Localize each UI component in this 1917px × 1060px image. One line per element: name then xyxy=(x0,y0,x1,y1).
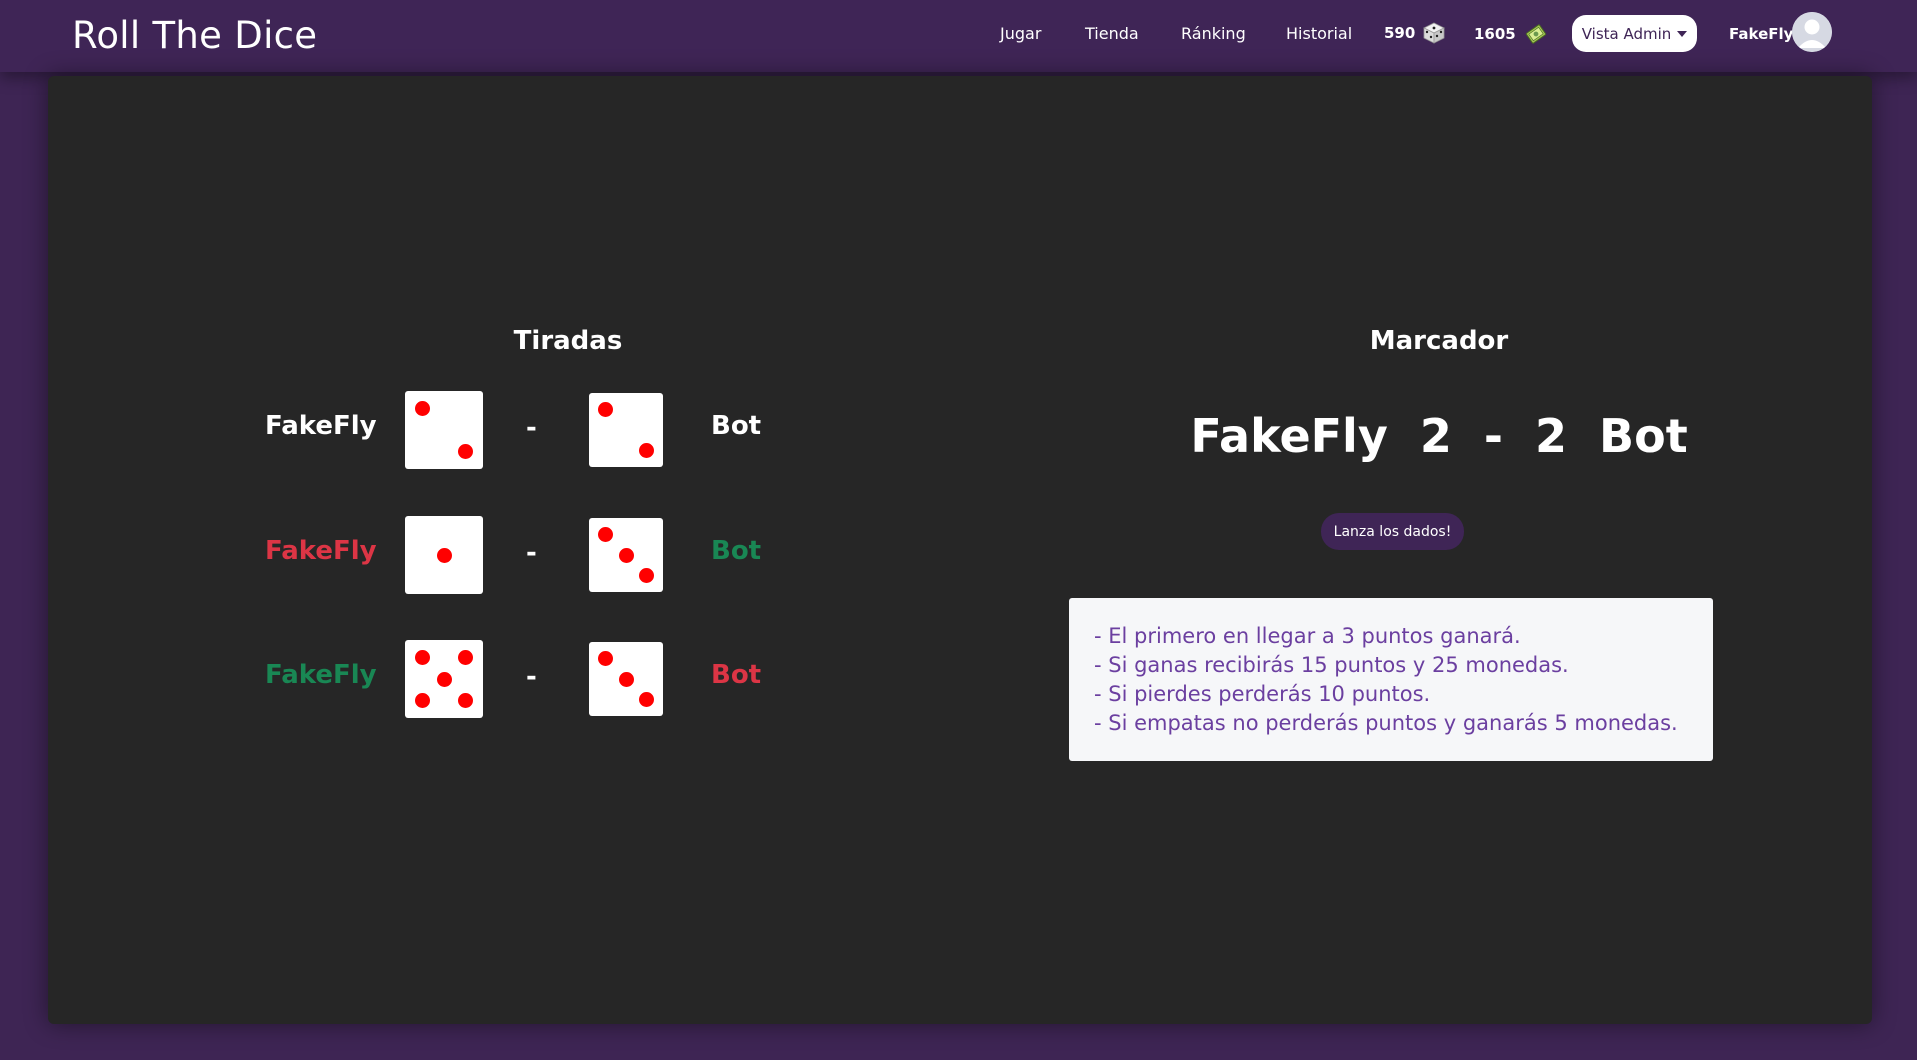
die-pip xyxy=(597,401,613,417)
coins-stat: 1605 xyxy=(1474,22,1548,46)
navbar: Roll The Dice Jugar Tienda Ránking Histo… xyxy=(0,0,1917,72)
nav-link-ranking[interactable]: Ránking xyxy=(1181,24,1246,43)
die-pip xyxy=(639,692,655,708)
brand-title[interactable]: Roll The Dice xyxy=(72,14,317,57)
points-value: 590 xyxy=(1384,24,1416,42)
die-pip xyxy=(414,400,430,416)
roll-row: FakeFly - Bot xyxy=(48,640,948,720)
roll-player-name: FakeFly xyxy=(265,660,377,690)
die-pip xyxy=(458,649,474,665)
tiradas-title: Tiradas xyxy=(513,326,623,356)
roll-row: FakeFly - Bot xyxy=(48,516,948,596)
die-pip xyxy=(414,649,430,665)
money-icon xyxy=(1524,22,1548,46)
roll-row: FakeFly - Bot xyxy=(48,391,948,471)
die-pip xyxy=(436,671,452,687)
rule-line: - El primero en llegar a 3 puntos ganará… xyxy=(1094,624,1521,648)
die-pip xyxy=(436,547,452,563)
player-die xyxy=(405,516,483,594)
coins-value: 1605 xyxy=(1474,25,1516,43)
user-avatar-icon xyxy=(1792,12,1832,52)
roll-player-name: FakeFly xyxy=(265,411,377,441)
rules-box: - El primero en llegar a 3 puntos ganará… xyxy=(1069,598,1713,761)
die-pip xyxy=(597,526,613,542)
nav-link-tienda[interactable]: Tienda xyxy=(1085,24,1139,43)
chevron-down-icon xyxy=(1677,30,1688,37)
roll-separator: - xyxy=(526,662,537,692)
die-pip xyxy=(458,693,474,709)
avatar[interactable] xyxy=(1792,12,1832,52)
die-pip xyxy=(618,671,634,687)
points-stat: 590 xyxy=(1384,22,1446,44)
roll-player-name: FakeFly xyxy=(265,536,377,566)
roll-bot-name: Bot xyxy=(711,660,762,690)
bot-die xyxy=(589,518,663,592)
roll-bot-name: Bot xyxy=(711,411,762,441)
roll-separator: - xyxy=(526,413,537,443)
player-die xyxy=(405,640,483,718)
die-pip xyxy=(639,443,655,459)
scoreboard: FakeFly 2 - 2 Bot xyxy=(1190,409,1688,463)
dice-icon xyxy=(1423,22,1446,44)
die-pip xyxy=(639,568,655,584)
nav-link-historial[interactable]: Historial xyxy=(1286,24,1352,43)
bot-die xyxy=(589,642,663,716)
admin-view-label: Vista Admin xyxy=(1581,24,1672,43)
die-pip xyxy=(414,693,430,709)
username-label[interactable]: FakeFly xyxy=(1729,25,1793,43)
nav-link-jugar[interactable]: Jugar xyxy=(1000,24,1041,43)
die-pip xyxy=(458,444,474,460)
admin-view-dropdown[interactable]: Vista Admin xyxy=(1572,15,1697,52)
roll-bot-name: Bot xyxy=(711,536,762,566)
rule-line: - Si ganas recibirás 15 puntos y 25 mone… xyxy=(1094,653,1569,677)
rule-line: - Si pierdes perderás 10 puntos. xyxy=(1094,682,1431,706)
player-die xyxy=(405,391,483,469)
marcador-title: Marcador xyxy=(1369,326,1509,356)
die-pip xyxy=(618,547,634,563)
bot-die xyxy=(589,393,663,467)
rule-line: - Si empatas no perderás puntos y ganará… xyxy=(1094,711,1678,735)
roll-dice-button[interactable]: Lanza los dados! xyxy=(1321,513,1464,550)
roll-separator: - xyxy=(526,538,537,568)
die-pip xyxy=(597,650,613,666)
game-panel: Tiradas FakeFly - Bot FakeFly - Bot FakeFly - Bo… xyxy=(48,76,1872,1024)
